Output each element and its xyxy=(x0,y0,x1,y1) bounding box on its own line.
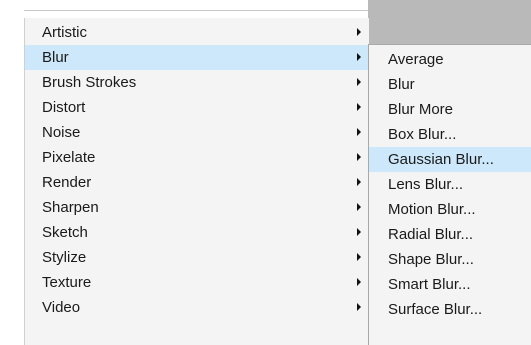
menu-top-edge xyxy=(0,0,368,18)
submenu-item-label: Blur xyxy=(388,76,415,93)
submenu-arrow-icon xyxy=(357,303,361,311)
menu-item-label: Blur xyxy=(42,49,69,66)
background-panel xyxy=(368,0,531,44)
submenu-item-label: Lens Blur... xyxy=(388,176,464,193)
menu-item-blur[interactable]: Blur xyxy=(25,45,369,70)
submenu-arrow-icon xyxy=(357,28,361,36)
menu-item-brush-strokes[interactable]: Brush Strokes xyxy=(25,70,369,95)
submenu-arrow-icon xyxy=(357,228,361,236)
submenu-arrow-icon xyxy=(357,253,361,261)
submenu-arrow-icon xyxy=(357,128,361,136)
submenu-arrow-icon xyxy=(357,78,361,86)
menu-item-label: Video xyxy=(42,299,81,316)
menu-item-label: Sharpen xyxy=(42,199,99,216)
menu-item-label: Texture xyxy=(42,274,92,291)
menu-item-distort[interactable]: Distort xyxy=(25,95,369,120)
menu-item-render[interactable]: Render xyxy=(25,170,369,195)
submenu-item-gaussian-blur[interactable]: Gaussian Blur... xyxy=(369,147,531,172)
submenu-arrow-icon xyxy=(357,53,361,61)
menu-item-label: Noise xyxy=(42,124,81,141)
submenu-item-surface-blur[interactable]: Surface Blur... xyxy=(369,297,531,322)
menu-item-label: Artistic xyxy=(42,24,87,41)
submenu-item-label: Blur More xyxy=(388,101,454,118)
blur-submenu: Average Blur Blur More Box Blur... Gauss… xyxy=(368,44,531,345)
menu-item-label: Sketch xyxy=(42,224,88,241)
menu-item-stylize[interactable]: Stylize xyxy=(25,245,369,270)
submenu-item-lens-blur[interactable]: Lens Blur... xyxy=(369,172,531,197)
submenu-item-shape-blur[interactable]: Shape Blur... xyxy=(369,247,531,272)
menu-item-label: Render xyxy=(42,174,92,191)
menu-item-label: Distort xyxy=(42,99,86,116)
submenu-item-label: Average xyxy=(388,51,444,68)
submenu-item-smart-blur[interactable]: Smart Blur... xyxy=(369,272,531,297)
submenu-item-average[interactable]: Average xyxy=(369,47,531,72)
submenu-item-label: Radial Blur... xyxy=(388,226,474,243)
menu-item-texture[interactable]: Texture xyxy=(25,270,369,295)
menu-item-artistic[interactable]: Artistic xyxy=(25,20,369,45)
submenu-item-label: Smart Blur... xyxy=(388,276,471,293)
submenu-arrow-icon xyxy=(357,203,361,211)
menu-item-label: Stylize xyxy=(42,249,87,266)
submenu-item-label: Surface Blur... xyxy=(388,301,483,318)
menu-item-label: Pixelate xyxy=(42,149,96,166)
submenu-item-label: Shape Blur... xyxy=(388,251,474,268)
submenu-item-motion-blur[interactable]: Motion Blur... xyxy=(369,197,531,222)
menu-item-label: Brush Strokes xyxy=(42,74,137,91)
submenu-item-radial-blur[interactable]: Radial Blur... xyxy=(369,222,531,247)
submenu-arrow-icon xyxy=(357,178,361,186)
menu-divider xyxy=(24,10,368,11)
menu-item-pixelate[interactable]: Pixelate xyxy=(25,145,369,170)
submenu-item-blur-more[interactable]: Blur More xyxy=(369,97,531,122)
submenu-arrow-icon xyxy=(357,278,361,286)
menu-item-sharpen[interactable]: Sharpen xyxy=(25,195,369,220)
submenu-item-label: Motion Blur... xyxy=(388,201,476,218)
submenu-item-blur[interactable]: Blur xyxy=(369,72,531,97)
submenu-item-box-blur[interactable]: Box Blur... xyxy=(369,122,531,147)
menu-item-noise[interactable]: Noise xyxy=(25,120,369,145)
submenu-arrow-icon xyxy=(357,153,361,161)
submenu-item-label: Box Blur... xyxy=(388,126,457,143)
submenu-arrow-icon xyxy=(357,103,361,111)
menu-item-sketch[interactable]: Sketch xyxy=(25,220,369,245)
submenu-item-label: Gaussian Blur... xyxy=(388,151,494,168)
menu-item-video[interactable]: Video xyxy=(25,295,369,320)
filter-menu: Artistic Blur Brush Strokes Distort Nois… xyxy=(24,18,369,345)
